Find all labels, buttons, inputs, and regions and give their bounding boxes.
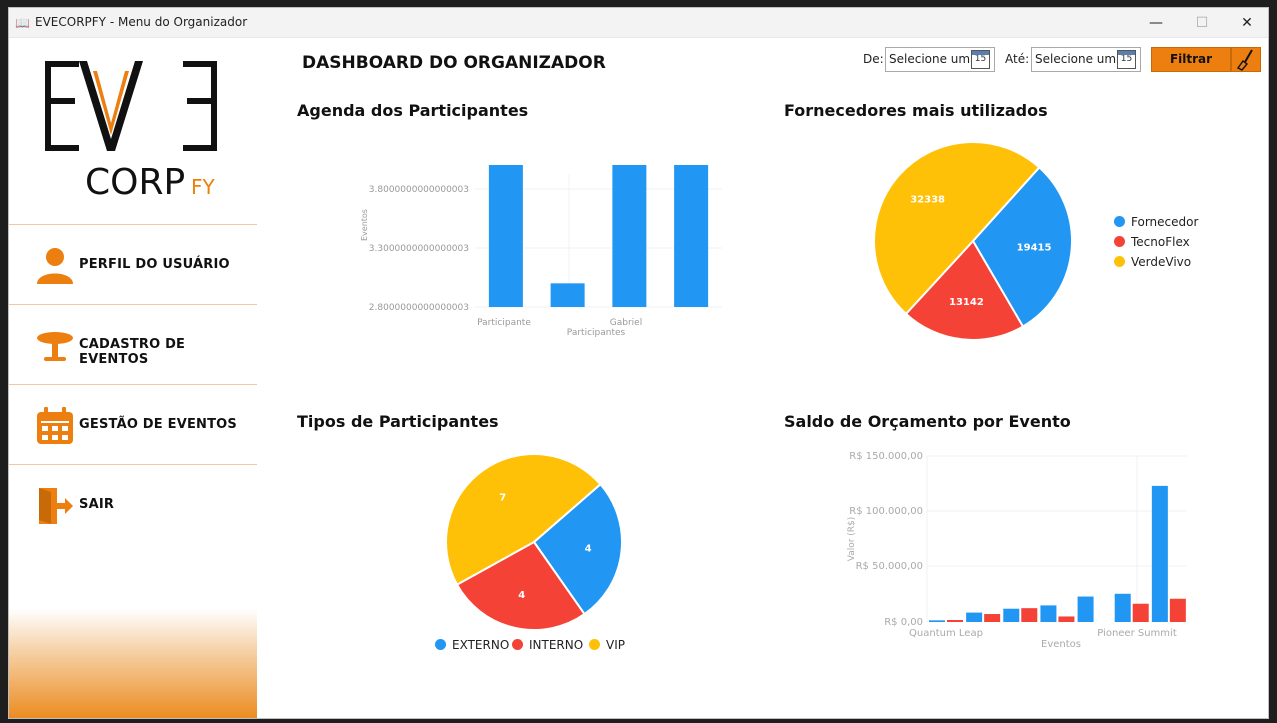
saldo-bar-chart: Valor (R$) R$ 150.000,00 R$ 100.000,00 R…	[847, 451, 1187, 650]
bar	[1114, 593, 1131, 622]
calendar-icon	[37, 407, 73, 444]
nav-divider	[9, 224, 257, 225]
page-title: DASHBOARD DO ORGANIZADOR	[302, 53, 606, 73]
y-axis-label: Eventos	[360, 209, 369, 241]
table-icon	[37, 332, 73, 361]
app-window: 📖 EVECORPFY - Menu do Organizador — ☐ ✕ …	[8, 7, 1269, 719]
bar	[947, 620, 963, 622]
to-date-value: Selecione uma	[1035, 52, 1124, 66]
title-bar: 📖 EVECORPFY - Menu do Organizador — ☐ ✕	[9, 8, 1268, 38]
y-tick-label: R$ 150.000,00	[849, 451, 923, 462]
legend-item: VIP	[589, 638, 625, 652]
nav-divider	[9, 464, 257, 465]
x-axis-label: Eventos	[1041, 639, 1081, 650]
evecorpfy-logo: CORP FY	[45, 61, 217, 201]
clear-filter-button[interactable]	[1231, 47, 1261, 72]
dashboard-main: DASHBOARD DO ORGANIZADOR De: Selecione u…	[257, 39, 1268, 718]
broom-icon	[1236, 49, 1253, 71]
sidebar-item-sair[interactable]: SAIR	[9, 466, 257, 544]
y-tick-label: 2.8000000000000003	[369, 303, 469, 313]
bar	[488, 165, 523, 307]
bar	[1021, 608, 1038, 622]
filter-button[interactable]: Filtrar	[1151, 47, 1231, 72]
legend-item: Fornecedor	[1114, 215, 1198, 229]
bar	[984, 614, 1001, 622]
x-tick-label: Pioneer Summit	[1097, 628, 1177, 639]
x-tick-label: Participante	[477, 318, 531, 328]
x-tick-label: Gabriel	[610, 318, 642, 328]
sidebar-item-perfil[interactable]: PERFIL DO USUÁRIO	[9, 226, 257, 304]
agenda-bar-chart: Eventos 3.8000000000000003 3.30000000000…	[360, 165, 722, 338]
legend-item: EXTERNO	[435, 638, 509, 652]
minimize-icon[interactable]: —	[1133, 8, 1179, 38]
bar	[1058, 616, 1075, 622]
bar	[1077, 596, 1094, 622]
user-icon	[37, 248, 73, 284]
logo-corp-text: CORP	[85, 162, 185, 201]
to-date-picker[interactable]: Selecione uma 15	[1031, 47, 1141, 72]
bar	[1132, 603, 1149, 622]
legend-item: VerdeVivo	[1114, 255, 1191, 269]
pie-label: 4	[518, 590, 525, 601]
bar	[1151, 485, 1168, 622]
legend-item: TecnoFlex	[1114, 235, 1190, 249]
bar	[929, 620, 945, 622]
x-axis-label: Participantes	[567, 328, 626, 338]
window-title: EVECORPFY - Menu do Organizador	[35, 15, 248, 29]
close-icon[interactable]: ✕	[1224, 8, 1268, 38]
fornecedores-pie-chart: 19415 13142 32338	[872, 140, 1073, 341]
bar	[1040, 605, 1057, 622]
y-axis-label: Valor (R$)	[847, 517, 857, 562]
chart-title-saldo: Saldo de Orçamento por Evento	[784, 412, 1071, 431]
nav-divider	[9, 304, 257, 305]
sidebar-item-cadastro[interactable]: CADASTRO DE EVENTOS	[9, 306, 257, 384]
to-label: Até:	[1005, 52, 1030, 66]
x-tick-label: Quantum Leap	[909, 628, 983, 639]
sidebar-item-gestao[interactable]: GESTÃO DE EVENTOS	[9, 386, 257, 464]
sidebar-item-label: SAIR	[79, 497, 115, 512]
y-tick-label: 3.3000000000000003	[369, 244, 469, 254]
from-date-picker[interactable]: Selecione uma 15	[885, 47, 995, 72]
logo-fy-text: FY	[191, 175, 216, 199]
bar	[966, 612, 983, 622]
chart-title-tipos: Tipos de Participantes	[297, 412, 499, 431]
sidebar-item-label: CADASTRO DE EVENTOS	[79, 337, 186, 367]
pie-label: 4	[585, 544, 592, 555]
maximize-icon[interactable]: ☐	[1179, 8, 1225, 38]
sidebar-item-label: PERFIL DO USUÁRIO	[79, 257, 230, 272]
bar	[1003, 608, 1020, 622]
sidebar: CORP FY PERFIL DO USUÁRIO CADASTRO DE EV…	[9, 39, 257, 718]
from-date-value: Selecione uma	[889, 52, 978, 66]
calendar-small-icon[interactable]: 15	[1117, 50, 1136, 69]
sidebar-item-label: GESTÃO DE EVENTOS	[79, 417, 237, 432]
calendar-small-icon[interactable]: 15	[971, 50, 990, 69]
bar	[674, 165, 709, 307]
y-tick-label: R$ 100.000,00	[849, 506, 923, 517]
nav-divider	[9, 384, 257, 385]
y-tick-label: R$ 50.000,00	[856, 561, 923, 572]
pie-label: 32338	[910, 195, 945, 206]
pie-label: 13142	[949, 297, 984, 308]
exit-door-icon	[39, 488, 73, 524]
pie-label: 19415	[1017, 242, 1052, 253]
legend-item: INTERNO	[512, 638, 583, 652]
from-label: De:	[863, 52, 884, 66]
bar	[1169, 598, 1186, 622]
y-tick-label: 3.8000000000000003	[369, 185, 469, 195]
pie-label: 7	[499, 492, 506, 503]
chart-title-fornecedores: Fornecedores mais utilizados	[784, 101, 1048, 120]
app-book-icon: 📖	[15, 16, 30, 30]
bar	[612, 165, 647, 307]
y-tick-label: R$ 0,00	[884, 617, 923, 628]
tipos-pie-chart: 4 4 7	[445, 453, 623, 631]
bar	[550, 283, 585, 307]
chart-title-agenda: Agenda dos Participantes	[297, 101, 529, 120]
